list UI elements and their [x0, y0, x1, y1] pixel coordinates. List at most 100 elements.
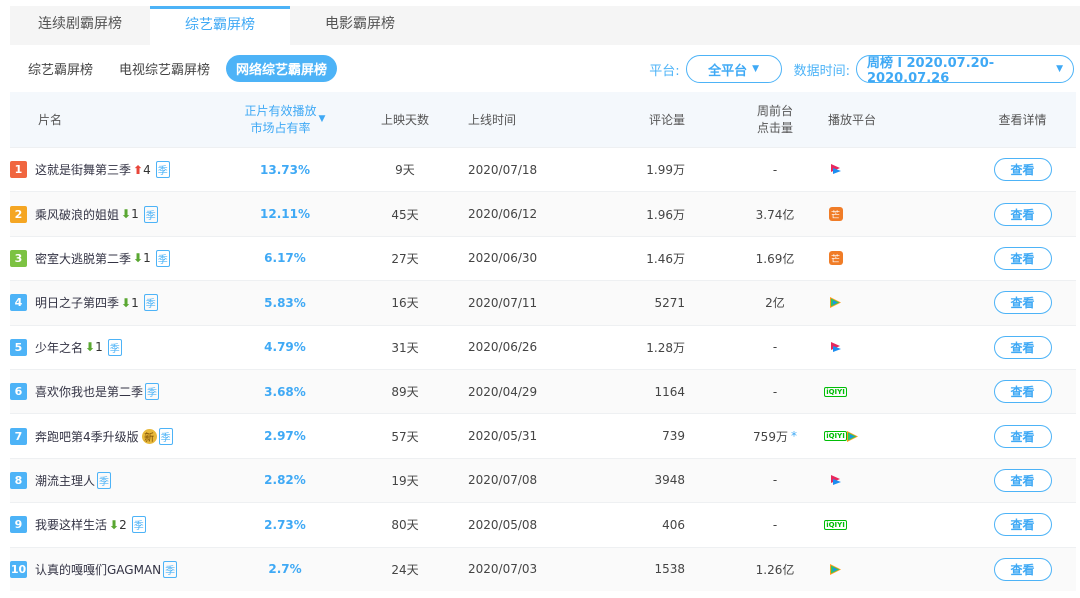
header-platform: 播放平台: [828, 113, 877, 127]
platform-cell: 芒: [828, 192, 928, 235]
platform-cell: iQIYI: [824, 503, 928, 546]
rank-change: 1: [131, 295, 139, 310]
youku-icon: [828, 473, 843, 488]
date-cell: 2020/04/29: [468, 384, 538, 399]
tencent-icon: [828, 295, 843, 310]
view-button[interactable]: 查看: [993, 202, 1052, 226]
show-title[interactable]: 潮流主理人: [35, 472, 95, 489]
header-name: 片名: [38, 113, 63, 127]
clicks-cell: -: [735, 148, 815, 191]
view-button[interactable]: 查看: [993, 424, 1052, 448]
subtab-variety[interactable]: 综艺霸屏榜: [18, 55, 103, 82]
view-button[interactable]: 查看: [993, 468, 1052, 492]
title-cell: 1 这就是街舞第三季 ⬆ 4 季: [10, 148, 230, 191]
view-button[interactable]: 查看: [993, 291, 1052, 315]
sort-icon[interactable]: ▼: [319, 111, 326, 128]
header-detail: 查看详情: [998, 113, 1047, 127]
days-cell: 45天: [391, 207, 419, 222]
header-days: 上映天数: [380, 113, 429, 127]
trend-down-icon: ⬇: [85, 340, 96, 355]
header-share-line1: 正片有效播放: [244, 103, 317, 118]
days-cell: 31天: [391, 340, 419, 355]
share-cell: 2.97%: [264, 429, 306, 444]
comments-cell: 406: [662, 517, 685, 532]
clicks-cell: 1.26亿: [735, 548, 815, 591]
detail-cell: 查看: [985, 237, 1060, 280]
show-title[interactable]: 密室大逃脱第二季: [35, 250, 131, 267]
top-tabs: 连续剧霸屏榜 综艺霸屏榜 电影霸屏榜: [10, 6, 1080, 45]
tencent-icon: [828, 562, 843, 577]
clicks-value: -: [772, 340, 778, 355]
platform-select[interactable]: 全平台 ▼: [685, 55, 782, 83]
rank-change: 4: [143, 162, 151, 177]
detail-cell: 查看: [985, 326, 1060, 369]
mango-icon: 芒: [828, 251, 843, 266]
trend-up-icon: ⬆: [133, 162, 144, 177]
days-cell: 27天: [391, 251, 419, 266]
clicks-value: 1.69亿: [755, 251, 795, 266]
rank-change: 1: [131, 207, 139, 222]
table-row: 6 喜欢你我也是第二季季 3.68% 89天 2020/04/29 1164 - …: [10, 368, 1076, 414]
rank-badge: 1: [10, 161, 27, 179]
show-title[interactable]: 奔跑吧第4季升级版: [35, 428, 139, 445]
title-cell: 9 我要这样生活 ⬇ 2 季: [10, 503, 230, 546]
caret-down-icon: ▼: [1056, 64, 1063, 74]
show-title[interactable]: 明日之子第四季: [35, 294, 119, 311]
tab-variety[interactable]: 综艺霸屏榜: [150, 6, 290, 45]
view-button[interactable]: 查看: [993, 158, 1052, 182]
clicks-cell: -: [735, 326, 815, 369]
tab-drama[interactable]: 连续剧霸屏榜: [10, 6, 150, 45]
clicks-cell: -: [735, 503, 815, 546]
header-clicks-line2: 点击量: [756, 120, 793, 135]
comments-cell: 5271: [654, 295, 685, 310]
show-title[interactable]: 少年之名: [35, 339, 83, 356]
time-select[interactable]: 周榜 l 2020.07.20-2020.07.26 ▼: [856, 55, 1074, 86]
rank-badge: 4: [10, 294, 27, 312]
clicks-cell: 759万 *: [735, 414, 815, 457]
table-body: 1 这就是街舞第三季 ⬆ 4 季 13.73% 9天 2020/07/18 1.99万 …: [10, 147, 1076, 591]
table-row: 1 这就是街舞第三季 ⬆ 4 季 13.73% 9天 2020/07/18 1.99万 …: [10, 147, 1076, 191]
table-row: 7 奔跑吧第4季升级版新季 2.97% 57天 2020/05/31 739 75…: [10, 413, 1076, 457]
view-button[interactable]: 查看: [993, 380, 1052, 404]
subtab-tv-variety[interactable]: 电视综艺霸屏榜: [109, 55, 220, 82]
comments-cell: 1.99万: [646, 163, 685, 178]
show-title[interactable]: 喜欢你我也是第二季: [35, 383, 143, 400]
view-button[interactable]: 查看: [993, 513, 1052, 537]
youku-icon: [828, 340, 843, 355]
header-share-line2: 市场占有率: [250, 120, 311, 135]
days-cell: 24天: [391, 562, 419, 577]
season-badge: 季: [163, 560, 178, 578]
table-row: 5 少年之名 ⬇ 1 季 4.79% 31天 2020/06/26 1.28万 - 查看: [10, 324, 1076, 369]
rank-change: 1: [95, 340, 103, 355]
share-cell: 13.73%: [260, 162, 310, 177]
share-cell: 6.17%: [264, 251, 306, 266]
comments-cell: 1.28万: [646, 340, 685, 355]
days-cell: 80天: [391, 518, 419, 533]
comments-cell: 1.96万: [646, 207, 685, 222]
clicks-cell: -: [735, 370, 815, 413]
subtab-web-variety[interactable]: 网络综艺霸屏榜: [226, 55, 338, 82]
tab-movie[interactable]: 电影霸屏榜: [290, 6, 430, 45]
detail-cell: 查看: [985, 192, 1060, 235]
days-cell: 9天: [395, 163, 415, 178]
comments-cell: 1.46万: [646, 251, 685, 266]
show-title[interactable]: 这就是街舞第三季: [35, 161, 131, 178]
view-button[interactable]: 查看: [993, 557, 1052, 581]
rank-badge: 9: [10, 516, 27, 534]
view-button[interactable]: 查看: [993, 246, 1052, 270]
days-cell: 89天: [391, 385, 419, 400]
days-cell: 19天: [391, 473, 419, 488]
clicks-value: 3.74亿: [755, 207, 795, 222]
share-cell: 4.79%: [264, 340, 306, 355]
show-title[interactable]: 我要这样生活: [35, 516, 107, 533]
rank-badge: 10: [10, 560, 27, 578]
clicks-value: 1.26亿: [755, 562, 795, 577]
platform-cell: [828, 326, 928, 369]
header-share[interactable]: 正片有效播放 市场占有率 ▼: [230, 92, 340, 147]
show-title[interactable]: 认真的嘎嘎们GAGMAN: [35, 561, 161, 578]
title-cell: 6 喜欢你我也是第二季季: [10, 370, 230, 413]
clicks-value: 759万: [753, 429, 788, 444]
show-title[interactable]: 乘风破浪的姐姐: [35, 206, 119, 223]
table-row: 8 潮流主理人季 2.82% 19天 2020/07/08 3948 - 查看: [10, 457, 1076, 503]
view-button[interactable]: 查看: [993, 335, 1052, 359]
